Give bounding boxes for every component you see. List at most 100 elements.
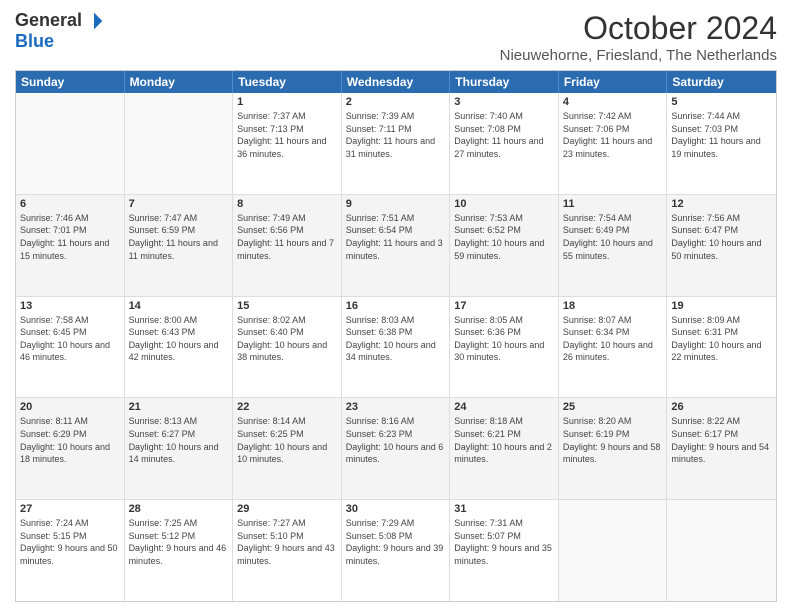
calendar-cell-17: 17 Sunrise: 8:05 AM Sunset: 6:36 PM Dayli… <box>450 297 559 398</box>
day-saturday: Saturday <box>667 71 776 93</box>
calendar-cell-21: 21 Sunrise: 8:13 AM Sunset: 6:27 PM Dayli… <box>125 398 234 499</box>
calendar-cell-25: 25 Sunrise: 8:20 AM Sunset: 6:19 PM Dayli… <box>559 398 668 499</box>
cell-info-9: Sunrise: 7:51 AM Sunset: 6:54 PM Dayligh… <box>346 212 446 262</box>
cell-info-31: Sunrise: 7:31 AM Sunset: 5:07 PM Dayligh… <box>454 517 554 567</box>
calendar-cell-13: 13Sunrise: 7:58 AM Sunset: 6:45 PM Dayli… <box>16 297 125 398</box>
calendar-cell-20: 20 Sunrise: 8:11 AM Sunset: 6:29 PM Dayli… <box>16 398 125 499</box>
calendar-cell-24: 24 Sunrise: 8:18 AM Sunset: 6:21 PM Dayli… <box>450 398 559 499</box>
cell-date-9: 9 <box>346 198 446 210</box>
cell-date-30: 30 <box>346 503 446 515</box>
cell-date-8: 8 <box>237 198 337 210</box>
month-title: October 2024 <box>500 10 777 47</box>
calendar-cell-10: 10 Sunrise: 7:53 AM Sunset: 6:52 PM Dayli… <box>450 195 559 296</box>
cell-date-22: 22 <box>237 401 337 413</box>
cell-date-21: 21 <box>129 401 229 413</box>
logo-blue-text: Blue <box>15 31 54 52</box>
empty-cell <box>125 93 234 194</box>
cell-date-18: 18 <box>563 300 663 312</box>
logo-icon <box>84 11 104 31</box>
cell-info-19: Sunrise: 8:09 AM Sunset: 6:31 PM Dayligh… <box>671 314 772 364</box>
cell-date-16: 16 <box>346 300 446 312</box>
cell-info-28: Sunrise: 7:25 AM Sunset: 5:12 PM Dayligh… <box>129 517 229 567</box>
cell-info-26: Sunrise: 8:22 AM Sunset: 6:17 PM Dayligh… <box>671 415 772 465</box>
cell-info-29: Sunrise: 7:27 AM Sunset: 5:10 PM Dayligh… <box>237 517 337 567</box>
cell-info-4: Sunrise: 7:42 AM Sunset: 7:06 PM Dayligh… <box>563 110 663 160</box>
cell-info-8: Sunrise: 7:49 AM Sunset: 6:56 PM Dayligh… <box>237 212 337 262</box>
cell-date-2: 2 <box>346 96 446 108</box>
cell-info-3: Sunrise: 7:40 AM Sunset: 7:08 PM Dayligh… <box>454 110 554 160</box>
calendar-cell-5: 5 Sunrise: 7:44 AM Sunset: 7:03 PM Daylig… <box>667 93 776 194</box>
logo: General Blue <box>15 10 104 52</box>
cell-date-14: 14 <box>129 300 229 312</box>
cell-date-11: 11 <box>563 198 663 210</box>
calendar-cell-3: 3 Sunrise: 7:40 AM Sunset: 7:08 PM Daylig… <box>450 93 559 194</box>
cell-date-5: 5 <box>671 96 772 108</box>
calendar-cell-22: 22 Sunrise: 8:14 AM Sunset: 6:25 PM Dayli… <box>233 398 342 499</box>
title-section: October 2024 Nieuwehorne, Friesland, The… <box>500 10 777 64</box>
cell-date-3: 3 <box>454 96 554 108</box>
cell-info-20: Sunrise: 8:11 AM Sunset: 6:29 PM Dayligh… <box>20 415 120 465</box>
day-sunday: Sunday <box>16 71 125 93</box>
calendar-row-5: 27Sunrise: 7:24 AM Sunset: 5:15 PM Dayli… <box>16 500 776 601</box>
calendar-cell-11: 11 Sunrise: 7:54 AM Sunset: 6:49 PM Dayli… <box>559 195 668 296</box>
calendar-cell-4: 4 Sunrise: 7:42 AM Sunset: 7:06 PM Daylig… <box>559 93 668 194</box>
cell-info-24: Sunrise: 8:18 AM Sunset: 6:21 PM Dayligh… <box>454 415 554 465</box>
cell-info-6: Sunrise: 7:46 AM Sunset: 7:01 PM Dayligh… <box>20 212 120 262</box>
cell-info-10: Sunrise: 7:53 AM Sunset: 6:52 PM Dayligh… <box>454 212 554 262</box>
calendar-cell-9: 9 Sunrise: 7:51 AM Sunset: 6:54 PM Daylig… <box>342 195 451 296</box>
calendar-row-4: 20 Sunrise: 8:11 AM Sunset: 6:29 PM Dayli… <box>16 398 776 500</box>
cell-date-24: 24 <box>454 401 554 413</box>
cell-date-26: 26 <box>671 401 772 413</box>
logo-general-text: General <box>15 10 82 31</box>
cell-info-21: Sunrise: 8:13 AM Sunset: 6:27 PM Dayligh… <box>129 415 229 465</box>
cell-info-1: Sunrise: 7:37 AM Sunset: 7:13 PM Dayligh… <box>237 110 337 160</box>
cell-info-2: Sunrise: 7:39 AM Sunset: 7:11 PM Dayligh… <box>346 110 446 160</box>
cell-date-4: 4 <box>563 96 663 108</box>
calendar-cell-26: 26 Sunrise: 8:22 AM Sunset: 6:17 PM Dayli… <box>667 398 776 499</box>
cell-date-10: 10 <box>454 198 554 210</box>
calendar-cell-1: 1 Sunrise: 7:37 AM Sunset: 7:13 PM Daylig… <box>233 93 342 194</box>
cell-date-7: 7 <box>129 198 229 210</box>
day-wednesday: Wednesday <box>342 71 451 93</box>
location-title: Nieuwehorne, Friesland, The Netherlands <box>500 47 777 64</box>
calendar-row-3: 13Sunrise: 7:58 AM Sunset: 6:45 PM Dayli… <box>16 297 776 399</box>
cell-info-25: Sunrise: 8:20 AM Sunset: 6:19 PM Dayligh… <box>563 415 663 465</box>
calendar-cell-30: 30 Sunrise: 7:29 AM Sunset: 5:08 PM Dayli… <box>342 500 451 601</box>
calendar-cell-31: 31Sunrise: 7:31 AM Sunset: 5:07 PM Dayli… <box>450 500 559 601</box>
cell-date-17: 17 <box>454 300 554 312</box>
cell-info-11: Sunrise: 7:54 AM Sunset: 6:49 PM Dayligh… <box>563 212 663 262</box>
calendar-cell-2: 2 Sunrise: 7:39 AM Sunset: 7:11 PM Daylig… <box>342 93 451 194</box>
cell-info-14: Sunrise: 8:00 AM Sunset: 6:43 PM Dayligh… <box>129 314 229 364</box>
cell-info-15: Sunrise: 8:02 AM Sunset: 6:40 PM Dayligh… <box>237 314 337 364</box>
cell-info-27: Sunrise: 7:24 AM Sunset: 5:15 PM Dayligh… <box>20 517 120 567</box>
cell-date-23: 23 <box>346 401 446 413</box>
cell-date-20: 20 <box>20 401 120 413</box>
cell-date-15: 15 <box>237 300 337 312</box>
calendar-body: 1 Sunrise: 7:37 AM Sunset: 7:13 PM Daylig… <box>16 93 776 601</box>
cell-date-28: 28 <box>129 503 229 515</box>
cell-info-7: Sunrise: 7:47 AM Sunset: 6:59 PM Dayligh… <box>129 212 229 262</box>
cell-info-18: Sunrise: 8:07 AM Sunset: 6:34 PM Dayligh… <box>563 314 663 364</box>
calendar-cell-27: 27Sunrise: 7:24 AM Sunset: 5:15 PM Dayli… <box>16 500 125 601</box>
calendar-cell-12: 12Sunrise: 7:56 AM Sunset: 6:47 PM Dayli… <box>667 195 776 296</box>
calendar-cell-8: 8 Sunrise: 7:49 AM Sunset: 6:56 PM Daylig… <box>233 195 342 296</box>
calendar-cell-6: 6 Sunrise: 7:46 AM Sunset: 7:01 PM Daylig… <box>16 195 125 296</box>
cell-info-17: Sunrise: 8:05 AM Sunset: 6:36 PM Dayligh… <box>454 314 554 364</box>
day-thursday: Thursday <box>450 71 559 93</box>
calendar-row-1: 1 Sunrise: 7:37 AM Sunset: 7:13 PM Daylig… <box>16 93 776 195</box>
calendar: Sunday Monday Tuesday Wednesday Thursday… <box>15 70 777 602</box>
calendar-cell-7: 7 Sunrise: 7:47 AM Sunset: 6:59 PM Daylig… <box>125 195 234 296</box>
cell-date-1: 1 <box>237 96 337 108</box>
cell-info-22: Sunrise: 8:14 AM Sunset: 6:25 PM Dayligh… <box>237 415 337 465</box>
cell-info-16: Sunrise: 8:03 AM Sunset: 6:38 PM Dayligh… <box>346 314 446 364</box>
cell-date-25: 25 <box>563 401 663 413</box>
header: General Blue October 2024 Nieuwehorne, F… <box>15 10 777 64</box>
cell-info-30: Sunrise: 7:29 AM Sunset: 5:08 PM Dayligh… <box>346 517 446 567</box>
cell-info-23: Sunrise: 8:16 AM Sunset: 6:23 PM Dayligh… <box>346 415 446 465</box>
cell-date-12: 12 <box>671 198 772 210</box>
cell-date-13: 13 <box>20 300 120 312</box>
calendar-header: Sunday Monday Tuesday Wednesday Thursday… <box>16 71 776 93</box>
cell-info-5: Sunrise: 7:44 AM Sunset: 7:03 PM Dayligh… <box>671 110 772 160</box>
cell-date-6: 6 <box>20 198 120 210</box>
calendar-cell-16: 16 Sunrise: 8:03 AM Sunset: 6:38 PM Dayli… <box>342 297 451 398</box>
